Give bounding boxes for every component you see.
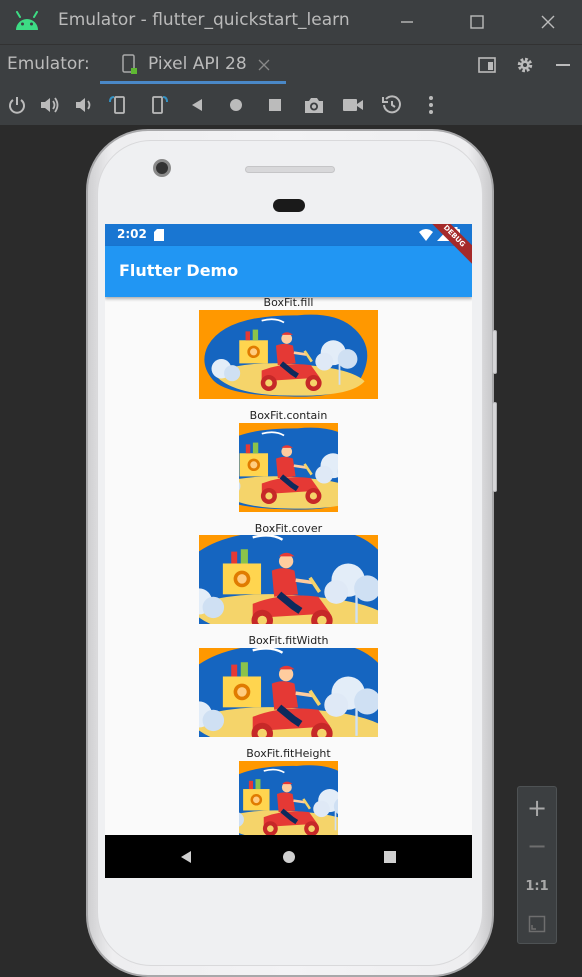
volume-down-icon (76, 98, 91, 112)
device-screen: 2:02 Flutter Demo DEBUG BoxFit.fill BoxF… (105, 224, 472, 878)
back-icon (192, 99, 202, 111)
nav-home-icon (283, 851, 295, 863)
back-button[interactable] (185, 93, 209, 117)
rotate-right-icon (152, 96, 168, 114)
image-boxfit-fitwidth (199, 648, 378, 737)
volume-up-icon (41, 97, 59, 113)
actual-size-button[interactable]: 1:1 (518, 867, 556, 905)
front-camera (153, 159, 171, 177)
caption-boxfit-contain: BoxFit.contain (249, 409, 328, 422)
layout-button[interactable] (474, 52, 500, 78)
proximity-sensor (273, 199, 305, 212)
snapshot-icon (382, 95, 401, 114)
more-button[interactable] (419, 93, 443, 117)
android-icon (16, 11, 38, 30)
maximize-icon (470, 15, 484, 29)
nav-home-button[interactable] (279, 847, 299, 867)
caption-boxfit-fitwidth: BoxFit.fitWidth (248, 634, 329, 647)
caption-boxfit-fill: BoxFit.fill (263, 296, 314, 309)
emulator-toolbar (0, 84, 582, 126)
minimize-icon (401, 21, 413, 23)
device-tab-label: Pixel API 28 (148, 54, 247, 74)
zoom-panel: + − 1:1 (517, 786, 557, 944)
image-boxfit-fitheight (239, 761, 338, 835)
power-button[interactable] (5, 93, 29, 117)
fit-screen-button[interactable] (518, 905, 556, 943)
nav-back-icon (181, 851, 191, 863)
hide-button[interactable] (550, 52, 576, 78)
home-icon (230, 99, 242, 111)
window-titlebar: Emulator - flutter_quickstart_learn (0, 0, 582, 44)
volume-up-button[interactable] (38, 93, 62, 117)
layout-icon (478, 57, 496, 73)
maximize-button[interactable] (462, 8, 492, 36)
emulator-tabbar: Emulator: Pixel API 28 (0, 44, 582, 84)
hide-icon (556, 64, 570, 66)
overview-icon (269, 99, 281, 111)
minimize-button[interactable] (392, 8, 422, 36)
app-bar: Flutter Demo (105, 246, 472, 297)
android-nav-bar (105, 835, 472, 878)
overview-button[interactable] (263, 93, 287, 117)
rotate-left-button[interactable] (107, 93, 131, 117)
record-icon (343, 99, 363, 111)
zoom-out-button[interactable]: − (518, 827, 556, 865)
tab-pixel-api-28[interactable]: Pixel API 28 (100, 45, 288, 85)
caption-boxfit-fitheight: BoxFit.fitHeight (246, 747, 331, 760)
sd-card-icon (154, 229, 164, 241)
rotate-left-icon (109, 96, 125, 114)
power-icon (9, 97, 25, 114)
wifi-icon (419, 229, 433, 241)
volume-down-button[interactable] (71, 93, 95, 117)
image-boxfit-fill (199, 310, 378, 399)
more-icon (429, 96, 433, 114)
side-power-key (492, 330, 497, 374)
screenshot-button[interactable] (302, 93, 326, 117)
status-bar: 2:02 (105, 224, 472, 246)
screenshot-icon (305, 98, 323, 113)
earpiece-speaker (245, 166, 335, 173)
nav-back-button[interactable] (176, 847, 196, 867)
fit-screen-icon (528, 915, 546, 933)
nav-recents-button[interactable] (380, 847, 400, 867)
app-title: Flutter Demo (119, 261, 239, 280)
emulator-label: Emulator: (7, 54, 90, 74)
zoom-in-button[interactable]: + (518, 789, 556, 827)
tab-close-icon[interactable] (258, 59, 270, 71)
device-icon (122, 54, 137, 74)
home-button[interactable] (224, 93, 248, 117)
status-time: 2:02 (117, 227, 147, 241)
rotate-right-button[interactable] (146, 93, 170, 117)
side-volume-key (492, 402, 497, 492)
image-boxfit-cover (199, 535, 378, 624)
close-button[interactable] (533, 8, 563, 36)
window-title: Emulator - flutter_quickstart_learn (58, 10, 350, 30)
snapshot-button[interactable] (380, 93, 404, 117)
settings-icon (517, 57, 533, 73)
image-boxfit-contain (239, 423, 338, 512)
caption-boxfit-cover: BoxFit.cover (254, 522, 323, 535)
nav-recents-icon (384, 851, 396, 863)
close-icon (541, 15, 555, 29)
record-button[interactable] (341, 93, 365, 117)
settings-button[interactable] (512, 52, 538, 78)
